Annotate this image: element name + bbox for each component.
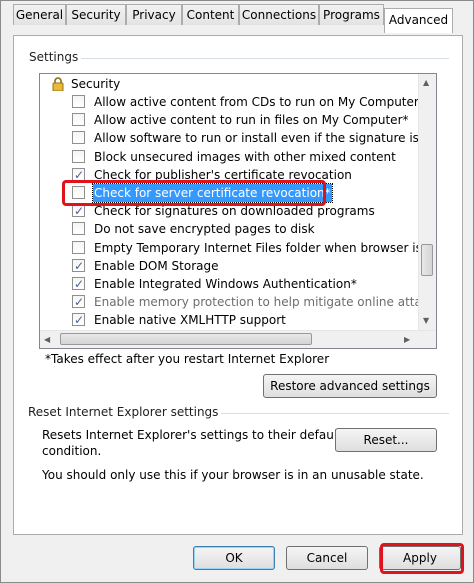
setting-label: Enable DOM Storage	[94, 258, 219, 273]
setting-label: Allow active content to run in files on …	[94, 113, 409, 128]
checkmark-icon: ✓	[74, 295, 85, 310]
tab-advanced[interactable]: Advanced	[384, 8, 453, 33]
cancel-button-label: Cancel	[306, 551, 348, 565]
setting-label: Check for server certificate revocation*	[92, 183, 333, 203]
setting-label: Do not save encrypted pages to disk	[94, 222, 315, 237]
reset-description-line2: condition.	[42, 444, 102, 458]
scroll-up-arrow-icon[interactable]: ▲	[423, 78, 429, 87]
ok-button-label: OK	[225, 551, 243, 565]
setting-label: Empty Temporary Internet Files folder wh…	[94, 240, 437, 255]
setting-checkbox[interactable]: ✓	[72, 295, 85, 310]
security-category-label: Security	[71, 77, 121, 91]
settings-group-label: Settings	[26, 50, 82, 64]
vertical-scroll-thumb[interactable]	[421, 244, 433, 276]
reset-button[interactable]: Reset...	[335, 428, 437, 452]
setting-checkbox[interactable]: ✓	[72, 204, 85, 219]
reset-description-line1: Resets Internet Explorer's settings to t…	[42, 428, 342, 442]
setting-label: Enable Integrated Windows Authentication…	[94, 277, 357, 291]
reset-group-label: Reset Internet Explorer settings	[25, 405, 222, 419]
advanced-settings-list[interactable]: Security Allow active content from CDs t…	[39, 73, 437, 349]
setting-label: Enable native XMLHTTP support	[94, 313, 286, 328]
settings-vertical-scrollbar[interactable]: ▲ ▼	[418, 74, 436, 330]
restore-advanced-settings-button[interactable]: Restore advanced settings	[263, 374, 437, 398]
checkmark-icon: ✓	[74, 167, 85, 182]
scroll-left-arrow-icon[interactable]: ◀	[44, 335, 50, 344]
setting-checkbox[interactable]	[72, 222, 85, 236]
setting-checkbox[interactable]	[72, 113, 85, 127]
cancel-button[interactable]: Cancel	[286, 546, 368, 570]
apply-button[interactable]: Apply	[379, 546, 461, 570]
setting-label: Allow software to run or install even if…	[94, 131, 437, 146]
settings-horizontal-scrollbar[interactable]: ◀ ▶	[40, 330, 436, 348]
checkmark-icon: ✓	[74, 277, 85, 291]
tab-programs[interactable]: Programs	[319, 4, 384, 25]
scroll-down-arrow-icon[interactable]: ▼	[423, 316, 429, 325]
horizontal-scroll-thumb[interactable]	[60, 333, 312, 345]
tab-connections[interactable]: Connections	[239, 4, 319, 25]
ok-button[interactable]: OK	[193, 546, 275, 570]
setting-label: Check for signatures on downloaded progr…	[94, 204, 375, 219]
tab-content[interactable]: Content	[182, 4, 239, 25]
setting-checkbox[interactable]: ✓	[72, 167, 85, 182]
setting-checkbox[interactable]: ✓	[72, 258, 85, 273]
internet-options-dialog: General Security Privacy Content Connect…	[0, 0, 474, 583]
checkmark-icon: ✓	[74, 204, 85, 219]
apply-button-label: Apply	[403, 551, 437, 565]
setting-checkbox[interactable]	[72, 131, 85, 145]
setting-checkbox[interactable]	[72, 240, 85, 254]
reset-button-label: Reset...	[363, 433, 409, 447]
setting-label: Allow active content from CDs to run on …	[94, 95, 425, 109]
reset-warning: You should only use this if your browser…	[42, 468, 424, 482]
setting-checkbox[interactable]: ✓	[72, 277, 85, 291]
setting-checkbox[interactable]: ✓	[72, 313, 85, 328]
setting-label: Check for publisher's certificate revoca…	[94, 167, 352, 182]
checkmark-icon: ✓	[74, 313, 85, 328]
scroll-right-arrow-icon[interactable]: ▶	[404, 335, 410, 344]
setting-checkbox[interactable]	[72, 149, 85, 163]
lock-icon	[52, 77, 64, 91]
setting-label: Enable memory protection to help mitigat…	[94, 295, 437, 310]
checkmark-icon: ✓	[74, 258, 85, 273]
tab-general[interactable]: General	[13, 4, 66, 25]
tab-security[interactable]: Security	[66, 4, 126, 25]
restart-footnote: *Takes effect after you restart Internet…	[45, 352, 330, 366]
setting-checkbox[interactable]	[72, 95, 85, 108]
tab-privacy[interactable]: Privacy	[126, 4, 182, 25]
settings-group-line	[27, 58, 449, 59]
setting-checkbox[interactable]	[72, 186, 85, 199]
restore-button-label: Restore advanced settings	[270, 379, 430, 393]
setting-label: Block unsecured images with other mixed …	[94, 149, 396, 164]
